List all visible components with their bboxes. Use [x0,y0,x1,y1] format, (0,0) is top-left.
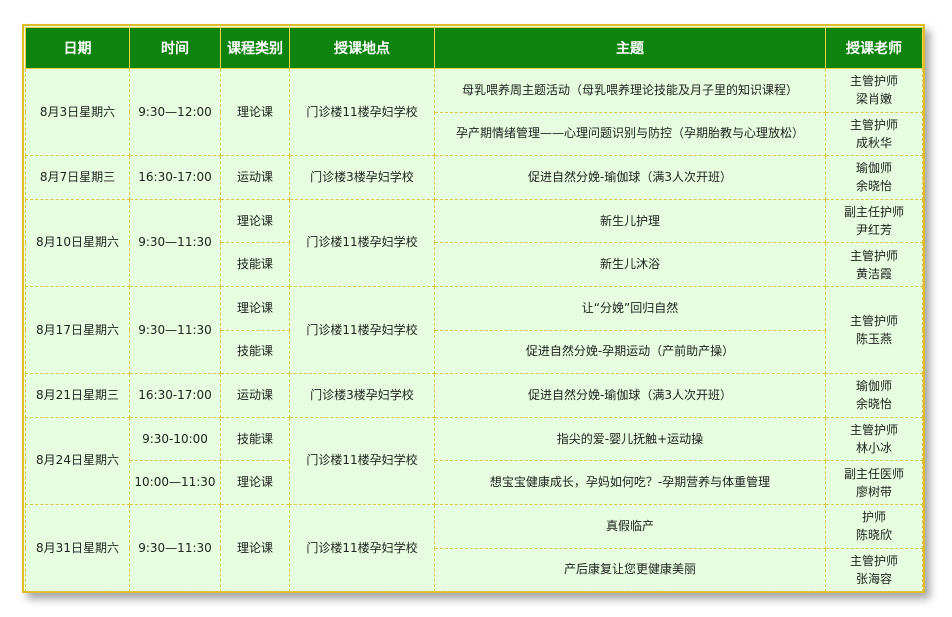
date-cell: 8月17日星期六 [25,285,130,375]
teacher-title: 主管护师 [849,117,898,132]
teacher-cell: 护师 陈晓欣 [825,503,923,549]
teacher-name: 尹红芳 [855,223,892,238]
topic-cell: 真假临产 [434,503,826,549]
time-cell: 16:30-17:00 [129,155,221,200]
teacher-cell: 瑜伽师 余晓怡 [825,373,923,418]
topic-cell: 想宝宝健康成长，孕妈如何吃？-孕期营养与体重管理 [434,460,826,505]
time-cell: 9:30-10:00 [129,416,221,462]
teacher-name: 成秋华 [855,135,892,150]
header-row: 日期 时间 课程类别 授课地点 主题 授课老师 [25,27,923,69]
teacher-cell: 主管护师 黄洁霞 [825,242,923,287]
time-cell: 9:30—12:00 [129,67,221,157]
teacher-cell: 瑜伽师 余晓怡 [825,155,923,200]
time-cell: 9:30—11:30 [129,198,221,287]
time-cell: 10:00—11:30 [129,460,221,505]
date-cell: 8月21日星期三 [25,373,130,418]
teacher-title: 瑜伽师 [855,379,892,394]
date-cell: 8月10日星期六 [25,198,130,287]
date-cell: 8月7日星期三 [25,155,130,200]
time-cell: 9:30—11:30 [129,503,221,593]
teacher-name: 余晓怡 [855,179,892,194]
teacher-title: 副主任医师 [843,466,904,481]
date-cell: 8月31日星期六 [25,503,130,593]
teacher-title: 主管护师 [849,314,898,329]
teacher-cell: 主管护师 梁肖嫩 [825,68,923,113]
category-cell: 技能课 [220,329,290,375]
topic-cell: 促进自然分娩-瑜伽球（满3人次开班） [434,155,826,200]
header-teacher: 授课老师 [825,27,923,69]
teacher-title: 护师 [861,510,886,525]
topic-cell: 新生儿护理 [434,198,826,244]
teacher-cell: 主管护师 林小冰 [825,416,923,462]
topic-cell: 指尖的爱-婴儿抚触+运动操 [434,416,826,462]
time-cell: 9:30—11:30 [129,285,221,375]
category-cell: 运动课 [220,373,290,418]
teacher-cell: 主管护师 陈玉燕 [825,285,923,375]
location-cell: 门诊楼11楼孕妇学校 [289,198,435,287]
teacher-cell: 主管护师 成秋华 [825,111,923,157]
table-row: 8月17日星期六 9:30—11:30 理论课 门诊楼11楼孕妇学校 让“分娩”… [25,285,923,375]
course-schedule-table: 日期 时间 课程类别 授课地点 主题 授课老师 8月3日星期六 9:30—12:… [25,27,923,593]
location-cell: 门诊楼11楼孕妇学校 [289,285,435,375]
teacher-name: 余晓怡 [855,397,892,412]
topic-cell: 促进自然分娩-瑜伽球（满3人次开班） [434,373,826,418]
topic-cell: 新生儿沐浴 [434,242,826,287]
teacher-name: 梁肖嫩 [855,92,892,107]
category-cell: 技能课 [220,416,290,462]
date-cell: 8月24日星期六 [25,416,130,505]
table-row: 10:00—11:30 理论课 想宝宝健康成长，孕妈如何吃？-孕期营养与体重管理… [26,460,923,505]
category-cell: 运动课 [220,155,290,200]
header-topic: 主题 [434,27,826,69]
header-date: 日期 [25,27,130,69]
category-cell: 技能课 [220,242,290,287]
location-cell: 门诊楼11楼孕妇学校 [289,67,435,157]
teacher-name: 廖树带 [855,484,892,499]
teacher-title: 瑜伽师 [855,161,892,176]
header-location: 授课地点 [289,27,435,69]
teacher-name: 黄洁霞 [855,266,892,281]
teacher-name: 林小冰 [855,441,892,456]
category-cell: 理论课 [220,285,290,331]
table-row: 8月31日星期六 9:30—11:30 理论课 门诊楼11楼孕妇学校 真假临产 … [25,503,923,593]
table-row: 8月24日星期六 9:30-10:00 技能课 门诊楼11楼孕妇学校 指尖的爱-… [25,416,923,505]
table-row: 8月3日星期六 9:30—12:00 理论课 门诊楼11楼孕妇学校 母乳喂养周主… [25,67,923,157]
teacher-cell: 副主任护师 尹红芳 [825,198,923,244]
topic-cell: 促进自然分娩-孕期运动（产前助产操） [434,329,826,375]
date-cell: 8月3日星期六 [25,67,130,157]
header-time: 时间 [129,27,221,69]
teacher-title: 主管护师 [849,553,898,568]
schedule-frame: 日期 时间 课程类别 授课地点 主题 授课老师 8月3日星期六 9:30—12:… [22,24,925,593]
teacher-name: 陈玉燕 [855,332,892,347]
teacher-title: 主管护师 [849,248,898,263]
teacher-title: 主管护师 [849,74,898,89]
topic-cell: 让“分娩”回归自然 [434,285,826,331]
teacher-cell: 副主任医师 廖树带 [825,460,923,505]
location-cell: 门诊楼11楼孕妇学校 [289,503,435,593]
category-cell: 理论课 [220,460,290,505]
teacher-title: 主管护师 [849,423,898,438]
location-cell: 门诊楼11楼孕妇学校 [289,416,435,505]
teacher-name: 陈晓欣 [855,528,892,543]
table-row: 8月7日星期三 16:30-17:00 运动课 门诊楼3楼孕妇学校 促进自然分娩… [25,155,923,200]
category-cell: 理论课 [220,67,290,157]
teacher-name: 张海容 [855,571,892,586]
location-cell: 门诊楼3楼孕妇学校 [289,373,435,418]
header-category: 课程类别 [220,27,290,69]
table-row: 8月10日星期六 9:30—11:30 理论课 门诊楼11楼孕妇学校 新生儿护理… [25,198,923,287]
teacher-title: 副主任护师 [843,205,904,220]
category-cell: 理论课 [220,503,290,593]
topic-cell: 产后康复让您更健康美丽 [434,547,826,593]
teacher-cell: 主管护师 张海容 [825,547,923,593]
location-cell: 门诊楼3楼孕妇学校 [289,155,435,200]
category-cell: 理论课 [220,198,290,244]
topic-cell: 孕产期情绪管理——心理问题识别与防控（孕期胎教与心理放松） [434,111,826,157]
time-cell: 16:30-17:00 [129,373,221,418]
table-row: 8月21日星期三 16:30-17:00 运动课 门诊楼3楼孕妇学校 促进自然分… [25,373,923,418]
topic-cell: 母乳喂养周主题活动（母乳喂养理论技能及月子里的知识课程） [434,68,826,113]
